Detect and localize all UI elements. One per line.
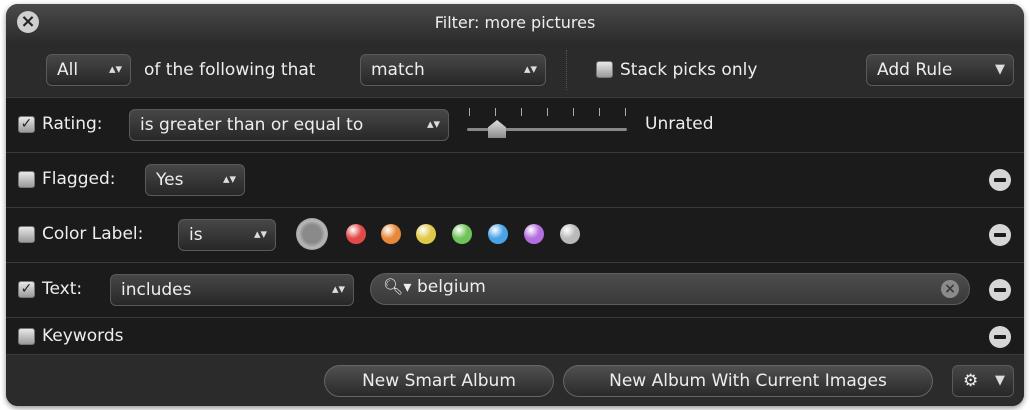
rating-slider-ticks bbox=[467, 108, 627, 120]
search-icon[interactable]: 🔍︎▾ bbox=[383, 277, 411, 296]
clear-search-icon[interactable]: × bbox=[941, 280, 959, 298]
rating-operator-value: is greater than or equal to bbox=[140, 115, 364, 135]
remove-rule-icon[interactable] bbox=[989, 326, 1011, 348]
rating-label: Rating: bbox=[42, 114, 103, 134]
title-bar: × Filter: more pictures bbox=[6, 4, 1024, 42]
match-row: All ▴▾ of the following that match ▴▾ St… bbox=[6, 42, 1024, 97]
filter-hud: × Filter: more pictures All ▴▾ of the fo… bbox=[6, 4, 1024, 406]
updown-arrows-icon: ▴▾ bbox=[523, 62, 537, 77]
flagged-value: Yes bbox=[156, 170, 184, 190]
rating-value-label: Unrated bbox=[645, 114, 714, 134]
stack-picks-label: Stack picks only bbox=[620, 60, 758, 80]
updown-arrows-icon: ▴▾ bbox=[222, 172, 236, 187]
new-album-current-images-button[interactable]: New Album With Current Images bbox=[563, 365, 933, 397]
updown-arrows-icon: ▴▾ bbox=[108, 62, 122, 77]
color-label-operator-select[interactable]: is ▴▾ bbox=[178, 219, 276, 251]
stack-picks-checkbox[interactable] bbox=[596, 61, 613, 78]
color-label-operator-value: is bbox=[189, 225, 203, 245]
keywords-checkbox[interactable] bbox=[18, 328, 35, 345]
divider bbox=[566, 50, 568, 90]
rule-rating: ✓ Rating: is greater than or equal to ▴▾… bbox=[6, 97, 1024, 153]
gear-icon: ⚙ bbox=[963, 371, 979, 391]
rating-checkbox[interactable]: ✓ bbox=[18, 116, 35, 133]
match-mode-value: match bbox=[371, 60, 425, 80]
text-search-field[interactable]: 🔍︎▾ belgium × bbox=[370, 273, 970, 305]
no-color-swatch[interactable] bbox=[296, 218, 328, 250]
search-value[interactable]: belgium bbox=[417, 277, 486, 297]
rating-operator-select[interactable]: is greater than or equal to ▴▾ bbox=[129, 109, 449, 141]
flagged-checkbox[interactable] bbox=[18, 171, 35, 188]
color-label-label: Color Label: bbox=[42, 224, 144, 244]
updown-arrows-icon: ▴▾ bbox=[426, 117, 440, 132]
remove-rule-icon[interactable] bbox=[989, 279, 1011, 301]
text-label: Text: bbox=[42, 279, 83, 299]
rule-flagged: Flagged: Yes ▴▾ bbox=[6, 152, 1024, 208]
remove-rule-icon[interactable] bbox=[989, 169, 1011, 191]
remove-rule-icon[interactable] bbox=[989, 224, 1011, 246]
text-operator-select[interactable]: includes ▴▾ bbox=[110, 274, 354, 306]
color-swatch-yellow[interactable] bbox=[416, 224, 436, 244]
flagged-label: Flagged: bbox=[42, 169, 116, 189]
of-following-label: of the following that bbox=[144, 60, 316, 80]
footer: New Smart Album New Album With Current I… bbox=[6, 354, 1024, 406]
rule-text: ✓ Text: includes ▴▾ 🔍︎▾ belgium × bbox=[6, 262, 1024, 318]
color-swatch-purple[interactable] bbox=[524, 224, 544, 244]
color-swatch-orange[interactable] bbox=[381, 224, 401, 244]
dropdown-arrow-icon: ▼ bbox=[995, 373, 1005, 388]
window-title: Filter: more pictures bbox=[434, 13, 596, 32]
flagged-value-select[interactable]: Yes ▴▾ bbox=[145, 164, 245, 196]
color-swatch-gray[interactable] bbox=[560, 224, 580, 244]
new-smart-album-button[interactable]: New Smart Album bbox=[324, 365, 554, 397]
updown-arrows-icon: ▴▾ bbox=[331, 282, 345, 297]
add-rule-button[interactable]: Add Rule ▼ bbox=[866, 54, 1014, 86]
rule-keywords: Keywords bbox=[6, 317, 1024, 355]
text-checkbox[interactable]: ✓ bbox=[18, 281, 35, 298]
match-scope-select[interactable]: All ▴▾ bbox=[46, 54, 131, 86]
color-swatch-green[interactable] bbox=[452, 224, 472, 244]
color-swatch-blue[interactable] bbox=[488, 224, 508, 244]
rating-slider-thumb[interactable] bbox=[488, 120, 506, 138]
match-mode-select[interactable]: match ▴▾ bbox=[360, 54, 546, 86]
close-icon[interactable]: × bbox=[17, 11, 39, 33]
rule-color-label: Color Label: is ▴▾ bbox=[6, 207, 1024, 263]
color-label-checkbox[interactable] bbox=[18, 226, 35, 243]
keywords-label: Keywords bbox=[42, 326, 124, 346]
match-scope-value: All bbox=[57, 60, 79, 80]
text-operator-value: includes bbox=[121, 280, 192, 300]
add-rule-label: Add Rule bbox=[877, 60, 953, 80]
updown-arrows-icon: ▴▾ bbox=[253, 227, 267, 242]
dropdown-arrow-icon: ▼ bbox=[995, 62, 1005, 77]
action-menu-button[interactable]: ⚙ ▼ bbox=[952, 365, 1014, 397]
color-swatch-red[interactable] bbox=[346, 224, 366, 244]
